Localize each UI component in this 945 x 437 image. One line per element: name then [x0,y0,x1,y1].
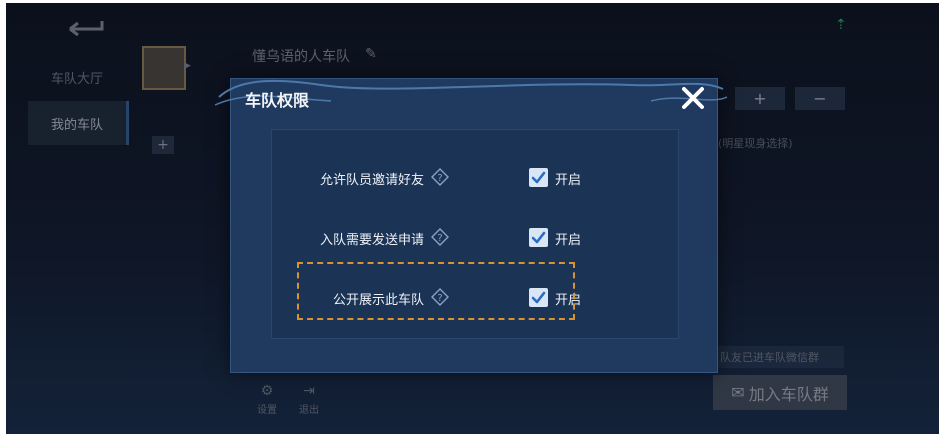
team-avatar[interactable] [142,46,186,90]
sidebar-item-label: 车队大厅 [50,71,103,87]
permission-checkbox[interactable] [529,228,548,247]
game-screen: 车队大厅 我的车队 ▶ + 懂乌语的人车队 ✎ ⇡ + − (明星现身选择) 队… [6,3,939,434]
permission-state-label: 开启 [555,293,582,308]
exit-label: 退出 [299,405,319,416]
permission-checkbox[interactable] [529,288,548,307]
permission-row-public-display: 公开展示此车队 ? 开启 [272,283,678,313]
close-icon[interactable] [679,84,707,112]
add-team-label: + [157,137,169,153]
wechat-group-status: 队友已进车队微信群 [714,346,844,368]
edit-icon[interactable]: ✎ [365,46,377,62]
sidebar-item-label: 我的车队 [50,117,103,133]
settings-button[interactable]: ⚙ 设置 [252,383,282,416]
plus-label: + [753,89,767,108]
permission-label: 入队需要发送申请 [319,233,424,248]
help-icon[interactable]: ? [430,287,450,307]
minus-label: − [813,89,827,108]
permission-label: 允许队员邀请好友 [319,173,424,188]
add-team-button[interactable]: + [152,136,174,154]
svg-text:?: ? [437,293,442,304]
chevron-right-icon: ▶ [184,61,191,71]
team-permissions-dialog: 车队权限 允许队员邀请好友 ? 开启 入队需要发送申请 ? 开启 公开展示此车队… [214,78,728,373]
join-team-group-label: 加入车队群 [748,384,829,404]
permission-row-require-application: 入队需要发送申请 ? 开启 [272,223,678,253]
minus-button[interactable]: − [795,87,845,110]
permission-row-invite-friends: 允许队员邀请好友 ? 开启 [272,163,678,193]
gear-icon: ⚙ [260,383,274,399]
settings-label: 设置 [257,405,277,416]
svg-text:?: ? [437,173,442,184]
permission-state-label: 开启 [555,173,582,188]
right-note: (明星现身选择) [718,137,793,150]
plus-button[interactable]: + [735,87,785,110]
sidebar-item-my-team[interactable]: 我的车队 [28,101,129,145]
svg-text:?: ? [437,233,442,244]
exit-button[interactable]: ⇥ 退出 [294,383,324,416]
permission-state-label: 开启 [555,233,582,248]
signal-icon: ⇡ [835,17,847,33]
join-team-group-button[interactable]: ✉ 加入车队群 [713,375,847,410]
exit-icon: ⇥ [303,383,315,399]
back-icon[interactable] [64,17,108,39]
help-icon[interactable]: ? [430,227,450,247]
permission-label: 公开展示此车队 [332,293,424,308]
permission-checkbox[interactable] [529,168,548,187]
team-name: 懂乌语的人车队 [252,49,350,65]
help-icon[interactable]: ? [430,167,450,187]
sidebar-item-team-hall[interactable]: 车队大厅 [28,55,126,99]
permissions-panel: 允许队员邀请好友 ? 开启 入队需要发送申请 ? 开启 公开展示此车队 ? 开启 [271,129,679,339]
dialog-title: 车队权限 [245,91,310,110]
wechat-icon: ✉ [731,383,745,402]
